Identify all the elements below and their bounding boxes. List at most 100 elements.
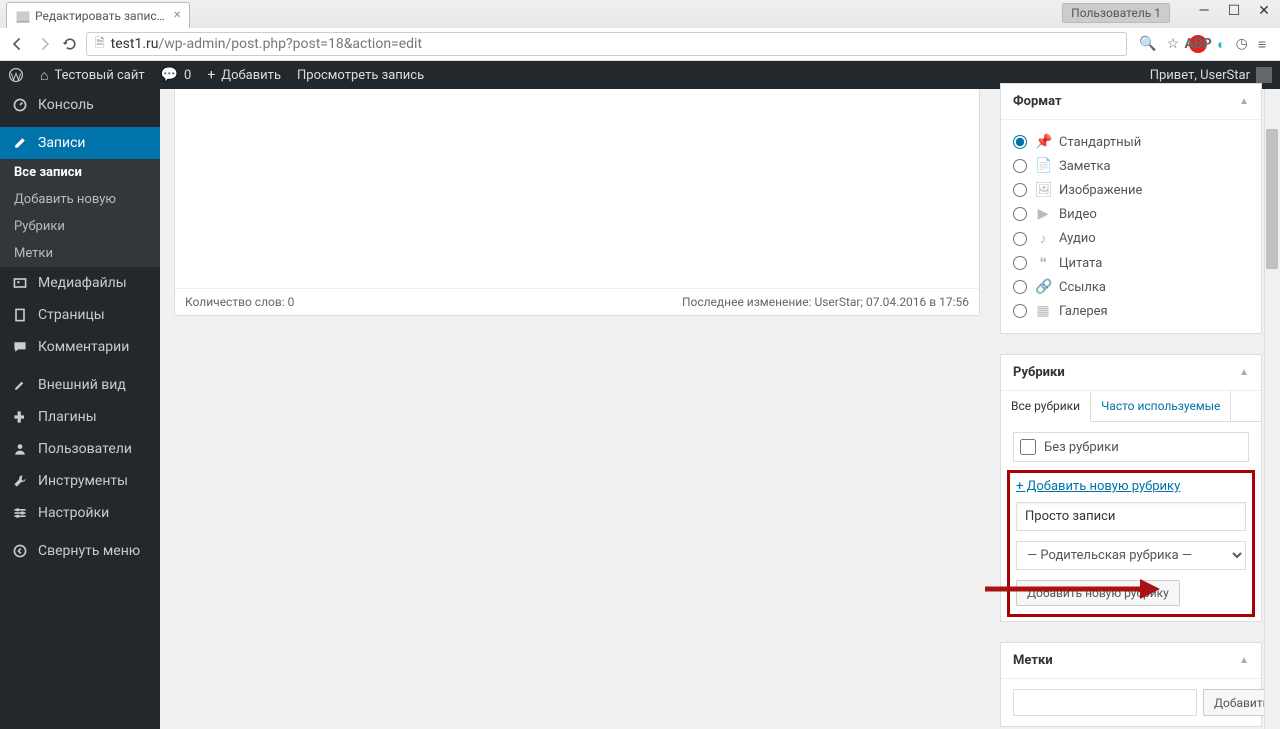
last-edit: Последнее изменение: UserStar; 07.04.201… xyxy=(682,295,969,309)
menu-media[interactable]: Медиафайлы xyxy=(0,267,160,299)
format-aside[interactable]: 📄Заметка xyxy=(1013,154,1249,178)
tags-input[interactable] xyxy=(1013,689,1197,716)
add-category-button[interactable]: Добавить новую рубрику xyxy=(1016,580,1180,606)
menu-posts[interactable]: Записи xyxy=(0,127,160,159)
tab-popular-categories[interactable]: Часто используемые xyxy=(1091,391,1231,421)
comment-icon: 💬 xyxy=(161,67,178,83)
tab-all-categories[interactable]: Все рубрики xyxy=(1001,391,1091,422)
maximize-icon[interactable]: ☐ xyxy=(1226,3,1242,19)
new-category-input[interactable] xyxy=(1016,502,1246,531)
menu-settings-label: Настройки xyxy=(38,505,109,521)
gallery-icon: ▦ xyxy=(1035,303,1051,319)
scroll-thumb[interactable] xyxy=(1266,129,1278,269)
site-link[interactable]: ⌂ Тестовый сайт xyxy=(40,67,145,84)
zoom-icon[interactable]: 🔍 xyxy=(1139,36,1156,52)
star-icon[interactable]: ☆ xyxy=(1167,36,1180,52)
menu-collapse-label: Свернуть меню xyxy=(38,543,140,559)
submenu-add-post[interactable]: Добавить новую xyxy=(0,186,160,213)
reload-button[interactable] xyxy=(60,34,80,54)
format-quote[interactable]: ❝Цитата xyxy=(1013,251,1249,275)
tab-bar: Редактировать запись ‹ Т ✕ Пользователь … xyxy=(0,0,1280,28)
link-icon: 🔗 xyxy=(1035,279,1051,295)
collapse-icon[interactable]: ▲ xyxy=(1239,367,1249,378)
view-post-label: Просмотреть запись xyxy=(297,68,424,83)
audio-icon: ♪ xyxy=(1035,230,1051,247)
menu-dashboard[interactable]: Консоль xyxy=(0,89,160,121)
tags-metabox-header[interactable]: Метки ▲ xyxy=(1001,643,1261,679)
comments-link[interactable]: 💬0 xyxy=(161,67,192,83)
menu-appearance[interactable]: Внешний вид xyxy=(0,369,160,401)
add-new-link[interactable]: +Добавить xyxy=(207,67,281,83)
home-icon: ⌂ xyxy=(40,67,48,84)
scrollbar[interactable] xyxy=(1264,89,1280,729)
submenu-categories[interactable]: Рубрики xyxy=(0,213,160,240)
user-greeting[interactable]: Привет, UserStar xyxy=(1150,67,1272,83)
format-title: Формат xyxy=(1013,94,1062,109)
menu-dashboard-label: Консоль xyxy=(38,97,94,113)
forward-button xyxy=(34,34,54,54)
menu-pages[interactable]: Страницы xyxy=(0,299,160,331)
format-image[interactable]: 🖼Изображение xyxy=(1013,178,1249,202)
minimize-icon[interactable]: — xyxy=(1196,3,1212,19)
format-video[interactable]: ▶Видео xyxy=(1013,202,1249,226)
avatar-icon xyxy=(1256,67,1272,83)
menu-pages-label: Страницы xyxy=(38,307,105,323)
view-post-link[interactable]: Просмотреть запись xyxy=(297,68,424,83)
category-uncategorized[interactable]: Без рубрики xyxy=(1020,439,1242,455)
collapse-icon[interactable]: ▲ xyxy=(1239,96,1249,107)
menu-comments[interactable]: Комментарии xyxy=(0,331,160,363)
submenu-posts: Все записи Добавить новую Рубрики Метки xyxy=(0,159,160,267)
browser-tab[interactable]: Редактировать запись ‹ Т ✕ xyxy=(6,2,190,28)
format-metabox-header[interactable]: Формат ▲ xyxy=(1001,84,1261,120)
editor-status-bar: Количество слов: 0 Последнее изменение: … xyxy=(174,288,980,316)
close-icon[interactable]: ✕ xyxy=(1256,3,1272,19)
add-category-link[interactable]: + Добавить новую рубрику xyxy=(1016,479,1180,494)
greeting-text: Привет, UserStar xyxy=(1150,68,1250,83)
category-list: Без рубрики xyxy=(1013,432,1249,462)
menu-comments-label: Комментарии xyxy=(38,339,129,355)
page-icon: 🗎 xyxy=(95,34,105,55)
categories-metabox-header[interactable]: Рубрики ▲ xyxy=(1001,355,1261,391)
collapse-icon[interactable]: ▲ xyxy=(1239,655,1249,666)
wp-logo-icon[interactable] xyxy=(8,67,24,83)
video-icon: ▶ xyxy=(1035,206,1051,222)
format-audio[interactable]: ♪Аудио xyxy=(1013,226,1249,251)
browser-chrome: Редактировать запись ‹ Т ✕ Пользователь … xyxy=(0,0,1280,61)
menu-appearance-label: Внешний вид xyxy=(38,377,126,393)
format-gallery[interactable]: ▦Галерея xyxy=(1013,299,1249,323)
address-bar: 🗎 test1.ru/wp-admin/post.php?post=18&act… xyxy=(0,28,1280,60)
submenu-tags[interactable]: Метки xyxy=(0,240,160,267)
quote-icon: ❝ xyxy=(1035,255,1051,271)
format-link[interactable]: 🔗Ссылка xyxy=(1013,275,1249,299)
word-count: Количество слов: 0 xyxy=(185,295,294,309)
abp-icon[interactable]: ABP xyxy=(1189,35,1207,53)
content-area: Количество слов: 0 Последнее изменение: … xyxy=(160,89,1280,729)
window-controls: — ☐ ✕ xyxy=(1196,3,1272,19)
menu-plugins-label: Плагины xyxy=(38,409,97,425)
menu-collapse[interactable]: Свернуть меню xyxy=(0,535,160,567)
parent-category-select[interactable]: — Родительская рубрика — xyxy=(1016,541,1246,570)
categories-title: Рубрики xyxy=(1013,365,1065,380)
pin-icon: 📌 xyxy=(1035,134,1051,150)
menu-settings[interactable]: Настройки xyxy=(0,497,160,529)
url-input[interactable]: 🗎 test1.ru/wp-admin/post.php?post=18&act… xyxy=(86,32,1127,56)
menu-plugins[interactable]: Плагины xyxy=(0,401,160,433)
format-standard[interactable]: 📌Стандартный xyxy=(1013,130,1249,154)
back-button[interactable] xyxy=(8,34,28,54)
comment-count: 0 xyxy=(184,68,191,83)
menu-users-label: Пользователи xyxy=(38,441,132,457)
clock-icon[interactable]: ◷ xyxy=(1236,36,1248,52)
format-metabox: Формат ▲ 📌Стандартный 📄Заметка 🖼Изображе… xyxy=(1000,83,1262,334)
submenu-all-posts[interactable]: Все записи xyxy=(0,159,160,186)
admin-sidebar: Консоль Записи Все записи Добавить новую… xyxy=(0,89,160,729)
editor-textarea[interactable] xyxy=(174,89,980,289)
menu-users[interactable]: Пользователи xyxy=(0,433,160,465)
menu-icon[interactable]: ≡ xyxy=(1258,36,1266,53)
user-badge[interactable]: Пользователь 1 xyxy=(1062,3,1170,23)
site-name: Тестовый сайт xyxy=(54,68,144,83)
add-new-label: Добавить xyxy=(221,68,281,83)
sync-icon[interactable]: ◐ xyxy=(1217,36,1225,53)
tab-favicon-icon xyxy=(15,9,29,23)
tab-close-icon[interactable]: ✕ xyxy=(173,10,181,21)
menu-tools[interactable]: Инструменты xyxy=(0,465,160,497)
